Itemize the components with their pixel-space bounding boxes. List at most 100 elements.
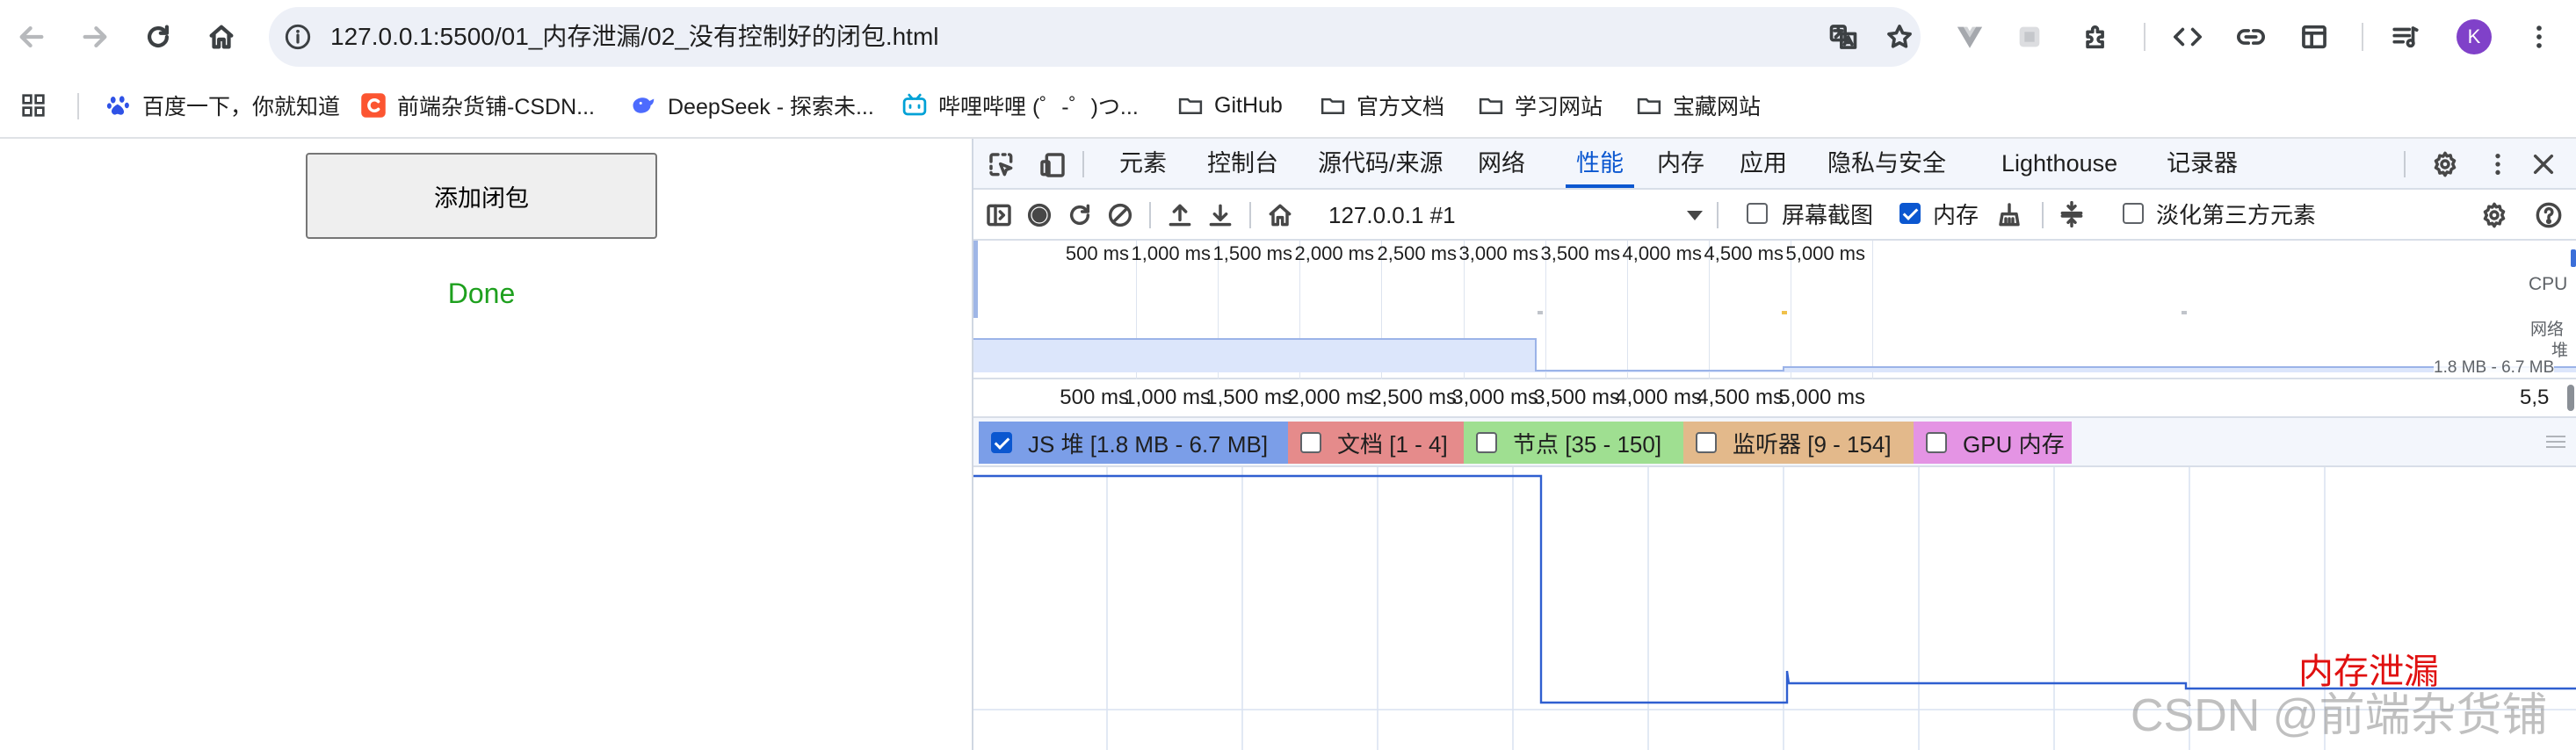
bookmark-baidu[interactable]: 百度一下，你就知道: [105, 74, 340, 137]
profile-avatar[interactable]: K: [2457, 19, 2492, 54]
overview-left-handle[interactable]: [973, 241, 978, 318]
download-profile-icon[interactable]: [1205, 200, 1235, 230]
counter-toggle[interactable]: 监听器 [9 - 154]: [1683, 422, 1914, 464]
csdn-logo-icon: [360, 92, 387, 119]
tab-divider: [2404, 151, 2406, 177]
site-info-icon[interactable]: [281, 20, 315, 54]
tab-performance[interactable]: 性能: [1566, 139, 1634, 188]
counter-checkbox[interactable]: [1696, 432, 1717, 453]
link-icon[interactable]: [2230, 16, 2272, 58]
forward-button[interactable]: [72, 14, 118, 60]
bookmarks-divider: [77, 93, 79, 119]
tab-memory[interactable]: 内存: [1657, 139, 1704, 188]
add-closure-button[interactable]: 添加闭包: [306, 153, 657, 239]
clear-icon[interactable]: [1105, 200, 1135, 230]
code-brackets-icon[interactable]: [2167, 16, 2209, 58]
url-text[interactable]: 127.0.0.1:5500/01_内存泄漏/02_没有控制好的闭包.html: [330, 7, 939, 67]
target-select[interactable]: 127.0.0.1 #1: [1328, 190, 1456, 241]
counter-checkbox[interactable]: [1476, 432, 1497, 453]
record-icon[interactable]: [1024, 200, 1054, 230]
reload-icon: [147, 25, 170, 48]
devtools-panel: 元素 控制台 源代码/来源 网络 性能 内存 应用 隐私与安全 Lighthou…: [972, 139, 2576, 750]
counter-toggle[interactable]: GPU 内存: [1914, 422, 2072, 464]
media-queue-icon[interactable]: [2384, 16, 2427, 58]
memory-checkbox[interactable]: [1899, 203, 1921, 224]
toggle-sidebar-icon[interactable]: [984, 200, 1014, 230]
bookmark-folder-github[interactable]: GitHub: [1177, 74, 1283, 137]
home-icon[interactable]: [1265, 200, 1295, 230]
overview-heap-label: 堆: [2551, 342, 2569, 360]
bookmark-label: DeepSeek - 探索未...: [668, 95, 874, 119]
layout-panel-icon[interactable]: [2293, 16, 2335, 58]
counter-toggle[interactable]: 节点 [35 - 150]: [1464, 422, 1683, 464]
device-toolbar-icon[interactable]: [1037, 149, 1068, 181]
vertical-scrollbar[interactable]: [2567, 385, 2574, 411]
browser-toolbar: 127.0.0.1:5500/01_内存泄漏/02_没有控制好的闭包.html: [0, 0, 2576, 74]
bookmark-folder-official-docs[interactable]: 官方文档: [1320, 74, 1444, 137]
browser-window: 127.0.0.1:5500/01_内存泄漏/02_没有控制好的闭包.html: [0, 0, 2576, 750]
tab-recorder[interactable]: 记录器: [2167, 139, 2238, 188]
translate-icon[interactable]: [1822, 16, 1864, 58]
collapse-tracks-icon[interactable]: [2056, 198, 2088, 230]
counter-toggle[interactable]: 文档 [1 - 4]: [1288, 422, 1464, 464]
screenshots-checkbox[interactable]: [1747, 203, 1768, 224]
overview-right-handle[interactable]: [2571, 249, 2576, 267]
tab-divider: [1082, 151, 1084, 177]
bilibili-tv-icon: [901, 92, 928, 119]
bookmark-deepseek[interactable]: DeepSeek - 探索未...: [631, 74, 874, 137]
baidu-paw-icon: [105, 92, 132, 119]
tab-privacy-security[interactable]: 隐私与安全: [1827, 139, 1946, 188]
counter-checkbox[interactable]: [991, 432, 1012, 453]
tab-sources[interactable]: 源代码/来源: [1318, 139, 1444, 188]
overview-cpu-mark: [1538, 311, 1543, 314]
timeline-overview[interactable]: 500 ms 1,000 ms 1,500 ms 2,000 ms 2,500 ms 3,…: [973, 241, 2576, 379]
toolbar-divider: [2042, 202, 2044, 228]
capture-settings-icon[interactable]: [2478, 198, 2511, 232]
home-button[interactable]: [199, 14, 244, 60]
counter-toggle[interactable]: JS 堆 [1.8 MB - 6.7 MB]: [979, 422, 1288, 464]
reload-button[interactable]: [135, 14, 181, 60]
tab-elements[interactable]: 元素: [1119, 139, 1167, 188]
tab-lighthouse[interactable]: Lighthouse: [2001, 139, 2117, 188]
tab-application[interactable]: 应用: [1740, 139, 1787, 188]
more-menu-icon[interactable]: [2518, 16, 2560, 58]
time-ruler: 500 ms 1,000 ms 1,500 ms 2,000 ms 2,500 ms 3,…: [973, 379, 2576, 418]
upload-profile-icon[interactable]: [1165, 200, 1195, 230]
bookmark-folder-treasure[interactable]: 宝藏网站: [1636, 74, 1761, 137]
devtools-settings-icon[interactable]: [2428, 148, 2462, 181]
chevron-down-icon[interactable]: [1687, 211, 1703, 220]
tab-console[interactable]: 控制台: [1207, 139, 1278, 188]
bookmark-folder-learning[interactable]: 学习网站: [1478, 74, 1603, 137]
overview-cpu-label: CPU: [2529, 274, 2568, 294]
overview-cpu-mark: [2182, 311, 2187, 314]
vue-devtools-extension-icon[interactable]: [1949, 16, 1991, 58]
bookmark-csdn[interactable]: 前端杂货铺-CSDN...: [360, 74, 595, 137]
apps-grid-button[interactable]: [19, 74, 47, 137]
counter-label: JS 堆 [1.8 MB - 6.7 MB]: [1028, 430, 1269, 458]
garbage-collect-broom-icon[interactable]: [1994, 200, 2024, 230]
tab-network[interactable]: 网络: [1478, 139, 1525, 188]
reload-record-icon[interactable]: [1065, 200, 1095, 230]
toolbar-divider: [2362, 23, 2363, 51]
dim-third-party-checkbox[interactable]: [2123, 203, 2144, 224]
bookmark-label: 官方文档: [1357, 95, 1445, 119]
page-viewport: 添加闭包 Done: [0, 139, 972, 750]
counter-checkbox[interactable]: [1926, 432, 1947, 453]
bookmarks-bar: 百度一下，你就知道 前端杂货铺-CSDN... DeepSeek - 探索未..…: [0, 74, 2576, 137]
extensions-puzzle-icon[interactable]: [2075, 16, 2117, 58]
toolbar-divider: [1717, 202, 1719, 228]
help-icon[interactable]: [2532, 198, 2565, 232]
toolbar-divider: [1249, 202, 1251, 228]
bookmark-star-icon[interactable]: [1878, 16, 1921, 58]
extension-grayed-icon[interactable]: [2008, 16, 2051, 58]
inspect-element-icon[interactable]: [986, 149, 1017, 181]
devtools-more-icon[interactable]: [2481, 148, 2514, 181]
devtools-close-icon[interactable]: [2527, 148, 2560, 181]
bookmark-bilibili[interactable]: 哔哩哔哩 (゜-゜)つ...: [901, 74, 1139, 137]
address-bar[interactable]: 127.0.0.1:5500/01_内存泄漏/02_没有控制好的闭包.html: [269, 7, 1921, 67]
drag-handle-icon[interactable]: [2546, 436, 2565, 448]
counter-checkbox[interactable]: [1300, 432, 1321, 453]
counter-label: 文档 [1 - 4]: [1337, 430, 1448, 458]
devtools-tab-bar: 元素 控制台 源代码/来源 网络 性能 内存 应用 隐私与安全 Lighthou…: [973, 139, 2576, 190]
back-button[interactable]: [9, 14, 54, 60]
